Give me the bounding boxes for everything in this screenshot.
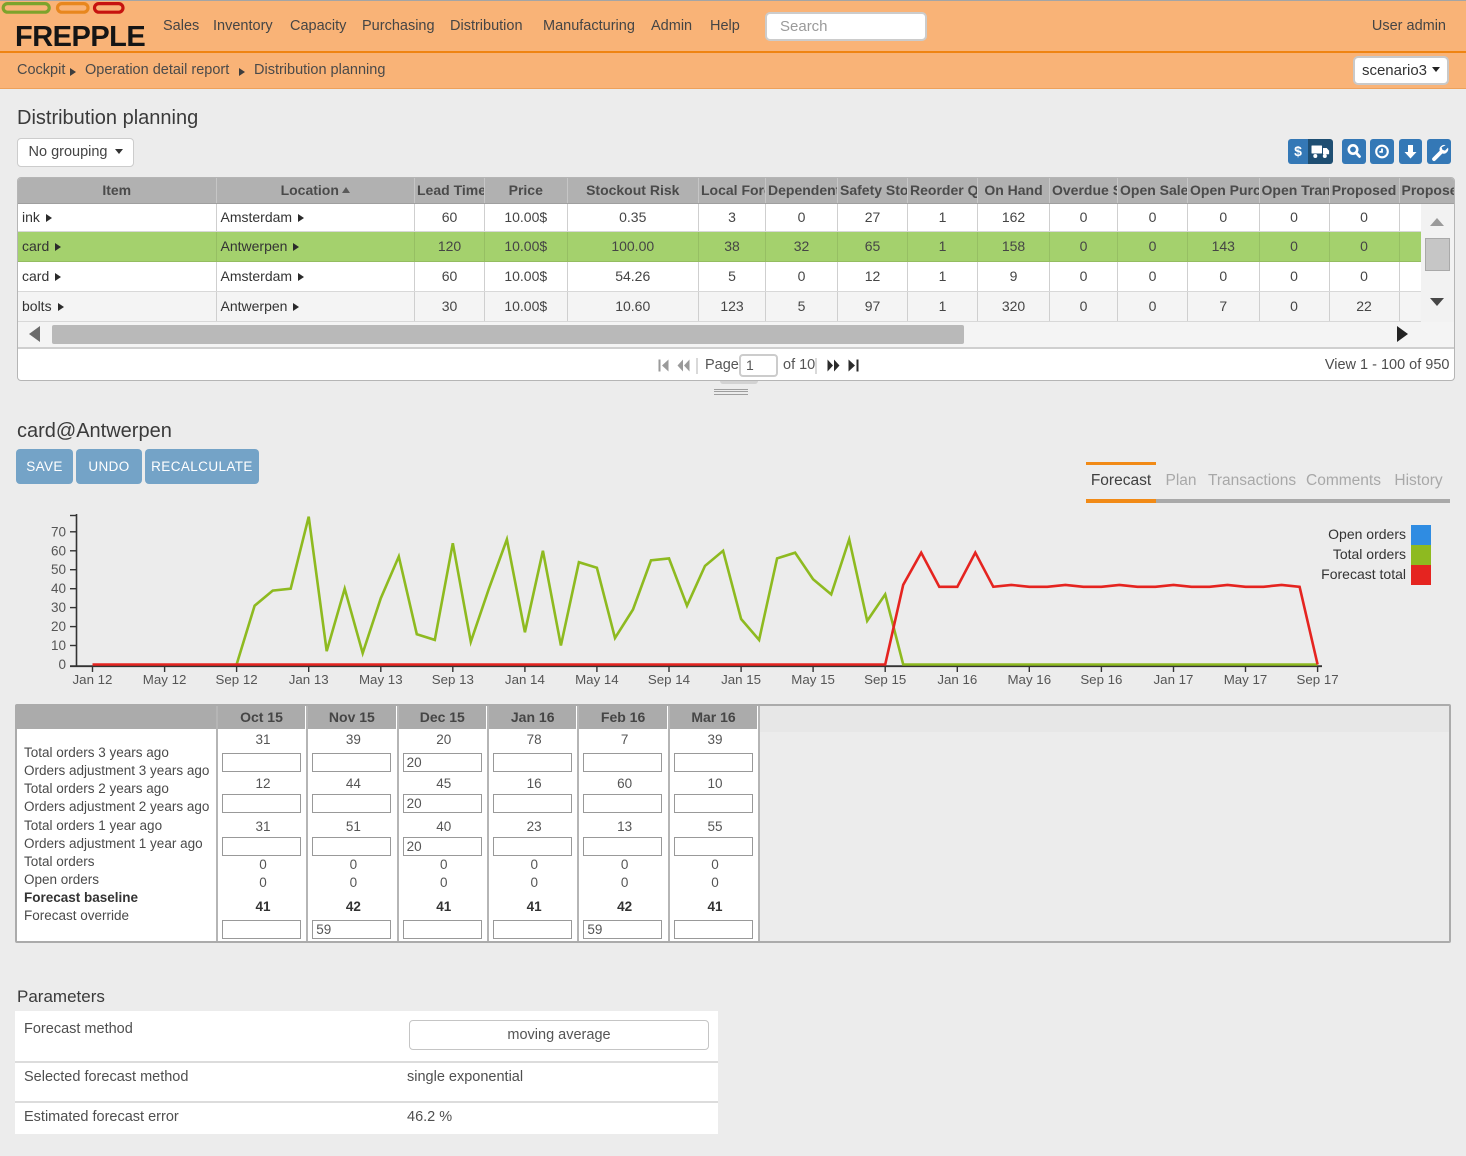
- svg-text:May 16: May 16: [1007, 672, 1051, 687]
- svg-text:30: 30: [51, 600, 66, 615]
- svg-text:70: 70: [51, 524, 66, 539]
- svg-text:10: 10: [51, 638, 66, 653]
- svg-text:Sep 12: Sep 12: [216, 672, 258, 687]
- svg-text:Jan 12: Jan 12: [73, 672, 113, 687]
- svg-text:May 14: May 14: [575, 672, 619, 687]
- svg-text:Sep 13: Sep 13: [432, 672, 474, 687]
- svg-text:May 13: May 13: [359, 672, 403, 687]
- svg-text:Jan 14: Jan 14: [505, 672, 545, 687]
- svg-text:Sep 17: Sep 17: [1297, 672, 1339, 687]
- svg-text:Jan 13: Jan 13: [289, 672, 329, 687]
- svg-text:Jan 16: Jan 16: [937, 672, 977, 687]
- svg-text:40: 40: [51, 581, 66, 596]
- svg-text:May 15: May 15: [791, 672, 835, 687]
- svg-text:May 17: May 17: [1224, 672, 1268, 687]
- svg-text:50: 50: [51, 562, 66, 577]
- svg-text:Jan 17: Jan 17: [1154, 672, 1194, 687]
- svg-text:20: 20: [51, 619, 66, 634]
- svg-text:May 12: May 12: [143, 672, 187, 687]
- svg-text:Sep 16: Sep 16: [1080, 672, 1122, 687]
- svg-text:Sep 14: Sep 14: [648, 672, 690, 687]
- svg-text:Sep 15: Sep 15: [864, 672, 906, 687]
- svg-text:Jan 15: Jan 15: [721, 672, 761, 687]
- svg-text:0: 0: [58, 657, 66, 672]
- svg-text:60: 60: [51, 543, 66, 558]
